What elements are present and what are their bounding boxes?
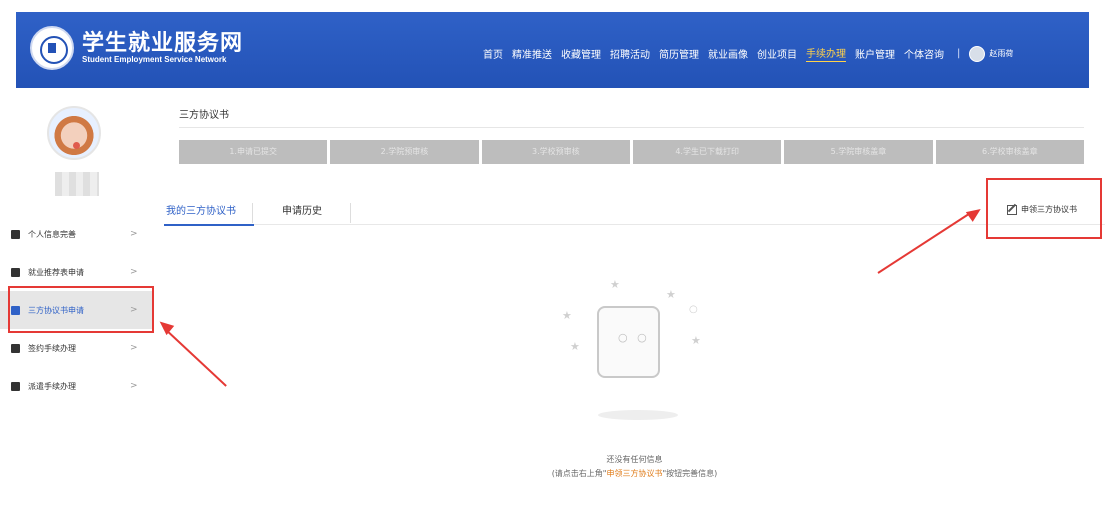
step-downloaded-printed: 4.学生已下载打印: [632, 140, 782, 164]
logo-chinese-title: 学生就业服务网: [82, 30, 244, 56]
tab-divider: [350, 203, 351, 223]
sidebar-item-label: 三方协议书申请: [28, 305, 84, 315]
progress-steps: 1.申请已提交 2.学院预审核 3.学校预审核 4.学生已下载打印 5.学院审核…: [179, 140, 1084, 164]
page-title: 三方协议书: [179, 110, 229, 121]
building-icon: [11, 343, 20, 353]
sidebar-item-recommendation-form[interactable]: 就业推荐表申请 >: [0, 253, 152, 291]
tab-bar: 我的三方协议书 申请历史: [164, 195, 1105, 226]
document-icon: [11, 305, 20, 315]
student-avatar: [47, 106, 101, 160]
blurred-student-name: [55, 172, 99, 196]
chevron-right-icon: >: [130, 381, 138, 391]
star-icon: ★: [666, 288, 676, 301]
tab-my-agreement[interactable]: 我的三方协议书: [166, 202, 236, 217]
step-college-stamp: 5.学院审核盖章: [784, 140, 933, 164]
sidebar-item-label: 个人信息完善: [28, 229, 76, 239]
document-icon: [11, 267, 20, 277]
edit-icon: [1007, 204, 1017, 215]
site-logo[interactable]: 学生就业服务网 Student Employment Service Netwo…: [30, 26, 243, 70]
step-submitted: 1.申请已提交: [179, 140, 328, 164]
nav-home[interactable]: 首页: [483, 46, 503, 61]
sidebar-item-label: 派遣手续办理: [28, 381, 76, 391]
sad-face-icon: ○ ○: [618, 331, 650, 344]
sidebar-item-contract-procedures[interactable]: 签约手续办理 >: [0, 329, 152, 367]
headset-mic-icon: [73, 142, 80, 149]
step-school-pre-review: 3.学校预审核: [481, 140, 630, 164]
sidebar-item-personal-info[interactable]: 个人信息完善 >: [0, 215, 152, 253]
nav-favorites[interactable]: 收藏管理: [561, 46, 601, 61]
active-tab-indicator: [164, 224, 254, 226]
top-header: 学生就业服务网 Student Employment Service Netwo…: [16, 12, 1089, 88]
nav-precise-push[interactable]: 精准推送: [512, 46, 552, 61]
tab-divider: [252, 203, 253, 223]
empty-state-illustration: ○ ○: [594, 302, 684, 384]
people-icon: [11, 229, 20, 239]
empty-hint-accent: 申领三方协议书: [606, 469, 663, 478]
sidebar-menu: 个人信息完善 > 就业推荐表申请 > 三方协议书申请 > 签约手续办理 > 派遣…: [0, 215, 152, 405]
logo-english-title: Student Employment Service Network: [82, 55, 227, 64]
main-content: 三方协议书 1.申请已提交 2.学院预审核 3.学校预审核 4.学生已下载打印 …: [164, 92, 1105, 515]
user-avatar-icon: [969, 45, 986, 62]
tab-history[interactable]: 申请历史: [282, 202, 322, 217]
empty-hint-prefix: (请点击右上角": [551, 469, 607, 478]
page: 学生就业服务网 Student Employment Service Netwo…: [0, 0, 1105, 515]
sidebar: 个人信息完善 > 就业推荐表申请 > 三方协议书申请 > 签约手续办理 > 派遣…: [0, 92, 155, 515]
chevron-right-icon: >: [130, 267, 138, 277]
nav-startup-projects[interactable]: 创业项目: [757, 46, 797, 61]
nav-consultation[interactable]: 个体咨询: [904, 46, 944, 61]
illustration-shadow: [598, 410, 678, 420]
step-college-pre-review: 2.学院预审核: [330, 140, 479, 164]
empty-hint-suffix: "按钮完善信息): [662, 469, 718, 478]
university-emblem-icon: [30, 26, 74, 70]
star-icon: ★: [562, 309, 572, 322]
sidebar-item-dispatch-procedures[interactable]: 派遣手续办理 >: [0, 367, 152, 405]
main-nav: 首页 精准推送 收藏管理 招聘活动 简历管理 就业画像 创业项目 手续办理 账户…: [483, 45, 1013, 62]
nav-separator: |: [957, 48, 961, 59]
star-icon: ★: [610, 278, 620, 291]
nav-employment-profile[interactable]: 就业画像: [708, 46, 748, 61]
nav-recruitment[interactable]: 招聘活动: [610, 46, 650, 61]
star-icon: ★: [691, 334, 701, 347]
nav-account[interactable]: 账户管理: [855, 46, 895, 61]
star-icon: ★: [570, 340, 580, 353]
sidebar-item-label: 签约手续办理: [28, 343, 76, 353]
circle-icon: ○: [689, 304, 698, 315]
chevron-right-icon: >: [130, 229, 138, 239]
nav-resume[interactable]: 简历管理: [659, 46, 699, 61]
title-divider: [179, 127, 1084, 128]
empty-hint: (请点击右上角"申领三方协议书"按钮完善信息): [164, 468, 1105, 479]
step-school-stamp: 6.学校审核盖章: [935, 140, 1084, 164]
empty-message: 还没有任何信息: [606, 455, 663, 464]
sidebar-item-label: 就业推荐表申请: [28, 267, 84, 277]
card-icon: [11, 381, 20, 391]
user-name: 赵雨荷: [989, 49, 1014, 58]
user-menu[interactable]: 赵雨荷: [969, 45, 1014, 62]
chevron-right-icon: >: [130, 305, 138, 315]
nav-procedures[interactable]: 手续办理: [806, 45, 846, 62]
chevron-right-icon: >: [130, 343, 138, 353]
sidebar-item-tripartite-agreement[interactable]: 三方协议书申请 >: [0, 291, 152, 329]
apply-agreement-label: 申领三方协议书: [1021, 205, 1077, 214]
apply-agreement-button[interactable]: 申领三方协议书: [1007, 204, 1077, 215]
